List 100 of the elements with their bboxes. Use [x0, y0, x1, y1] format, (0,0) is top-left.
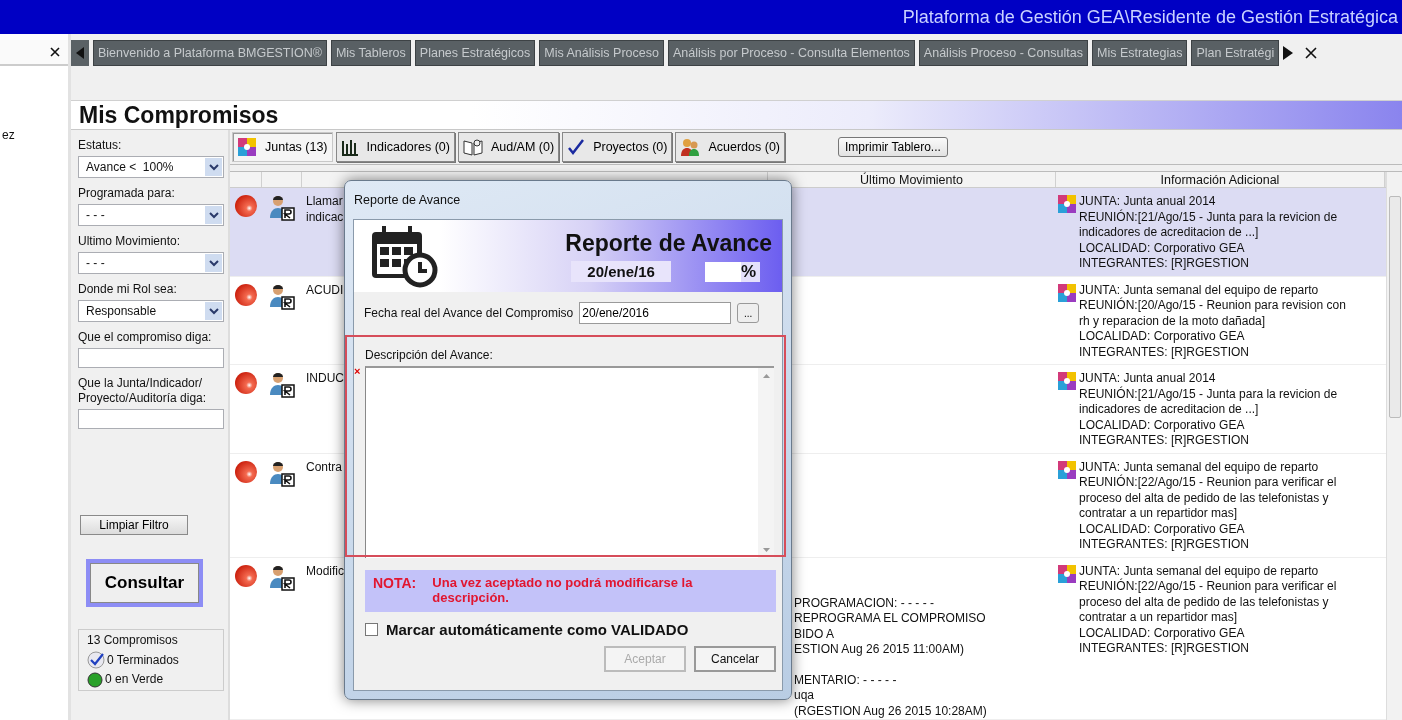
table-cell-text: INTEGRANTES: [R]RGESTION	[1079, 344, 1250, 360]
table-cell-text: LOCALIDAD: Corporativo GEA	[1079, 625, 1246, 641]
puzzle-icon	[237, 137, 257, 157]
table-cell: REUNIÓN:[22/Ago/15 - Reunion para verificar el	[1079, 579, 1337, 595]
close-icon[interactable]	[1305, 47, 1318, 59]
filter-label: Que el compromiso diga:	[78, 330, 213, 345]
category-tab[interactable]: Aud/AM (0)	[457, 132, 560, 162]
description-field[interactable]	[365, 366, 774, 558]
document-tab[interactable]: Planes Estratégicos	[414, 40, 536, 66]
window-title: Plataforma de Gestión GEA\Residente de Gestión Estratégica	[902, 6, 1398, 28]
category-tab[interactable]: Indicadores (0)	[335, 132, 455, 162]
table-cell-text: indicadores de acreditacion de ...]	[1079, 225, 1260, 241]
table-cell: REUNIÓN:[21/Ago/15 - Junta para la revicion de	[1079, 386, 1338, 402]
date-picker-button[interactable]: ...	[737, 303, 760, 323]
category-tab[interactable]: Proyectos (0)	[562, 132, 673, 162]
table-cell-text: Modific	[305, 563, 345, 579]
table-cell-text: LOCALIDAD: Corporativo GEA	[1079, 240, 1246, 256]
print-button[interactable]: Imprimir Tablero...	[838, 137, 948, 157]
meeting-icon	[1057, 563, 1077, 584]
meeting-icon	[1057, 371, 1077, 391]
right-arrow-icon[interactable]	[1283, 46, 1294, 60]
filter-select[interactable]: - - -	[78, 204, 224, 226]
table-cell-text: LOCALIDAD: Corporativo GEA	[1079, 521, 1246, 537]
table-cell-text: BIDO A	[794, 626, 835, 642]
chevron-down-icon	[208, 211, 219, 219]
table-cell-text: INTEGRANTES: [R]RGESTION	[1079, 641, 1250, 657]
dialog-heading: Reporte de Avance	[565, 230, 772, 257]
filter-select[interactable]: Responsable	[78, 300, 224, 322]
bar-chart-icon	[340, 138, 359, 156]
responsible-person-icon	[268, 282, 296, 311]
filter-label: Ultimo Movimiento:	[78, 234, 182, 249]
people-icon	[680, 137, 701, 157]
table-cell-text: Contra	[305, 459, 344, 475]
close-icon[interactable]	[50, 47, 60, 57]
scroll-up-icon	[762, 374, 770, 378]
check-icon	[567, 138, 586, 156]
table-cell-text: LOCALIDAD: Corporativo GEA	[1079, 417, 1246, 433]
percent-field[interactable]	[704, 261, 741, 282]
status-ball-icon	[234, 459, 258, 484]
left-arrow-icon	[76, 47, 84, 59]
summary-count: 0 en Verde	[105, 671, 164, 688]
category-tab[interactable]: Acuerdos (0)	[675, 132, 786, 162]
filter-input[interactable]	[78, 348, 224, 368]
scroll-left-button[interactable]	[71, 40, 89, 66]
filter-label: Estatus:	[78, 138, 123, 153]
table-cell-text: uqa	[794, 688, 816, 704]
table-cell-text: Llamar indicac	[305, 194, 345, 225]
category-tab[interactable]: Juntas (13)	[232, 132, 333, 162]
date-label: Fecha real del Avance del Compromiso	[364, 306, 574, 320]
table-cell-text: INTEGRANTES: [R]RGESTION	[1079, 256, 1250, 272]
table-cell: REUNIÓN:[22/Ago/15 - Reunion para verificar el	[1079, 475, 1337, 491]
table-cell-text: INDUC	[305, 371, 345, 387]
document-tab[interactable]: Mis Tableros	[330, 40, 411, 66]
table-cell-text: JUNTA: Junta semanal del equipo de reparto	[1079, 563, 1320, 578]
table-cell-text: INTEGRANTES: [R]RGESTION	[1079, 433, 1250, 449]
chevron-down-icon	[208, 307, 219, 315]
dialog-button[interactable]: Cancelar	[694, 646, 776, 672]
filter-input[interactable]	[78, 409, 224, 429]
date-field[interactable]: 20/ene/2016	[579, 302, 732, 324]
dialog-title: Reporte de Avance	[353, 192, 462, 209]
status-ball-icon	[234, 282, 258, 307]
note-label: NOTA:	[373, 575, 417, 593]
note-text: Una vez aceptado no podrá modificarse la descripción.	[432, 575, 694, 605]
table-cell-text: ACUDI	[305, 282, 345, 298]
validate-label: Marcar automáticamente como VALIDADO	[386, 621, 689, 638]
filter-select[interactable]: Avance < 100%	[78, 156, 224, 178]
chevron-down-icon	[208, 259, 219, 267]
document-tab[interactable]: Plan Estratégi	[1191, 40, 1280, 66]
validate-checkbox[interactable]	[365, 623, 378, 636]
calendar-clock-icon	[370, 224, 438, 288]
document-tab[interactable]: Análisis por Proceso - Consulta Elementos	[667, 40, 915, 66]
status-ball-icon	[234, 194, 258, 218]
filter-select[interactable]: - - -	[78, 252, 224, 274]
filter-label: Donde mi Rol sea:	[78, 282, 178, 297]
table-cell-text: rh y reparacion de la moto dañada]	[1079, 313, 1267, 329]
meeting-icon	[1057, 459, 1077, 480]
table-cell: REUNIÓN:[20/Ago/15 - Reunion para revision con	[1079, 298, 1346, 314]
status-ball-icon	[234, 371, 258, 395]
filter-label: Programada para:	[78, 186, 176, 201]
document-tab[interactable]: Mis Estrategias	[1091, 40, 1188, 66]
meeting-icon	[1057, 282, 1077, 303]
table-cell-text: ESTION Aug 26 2015 11:00AM)	[794, 642, 965, 658]
table-cell-text: (RGESTION Aug 26 2015 10:28AM)	[794, 703, 988, 719]
description-label: Descripción del Avance:	[365, 348, 494, 362]
responsible-person-icon	[268, 459, 296, 488]
meeting-icon	[1057, 194, 1077, 214]
responsible-person-icon	[268, 563, 296, 592]
table-cell-text: INTEGRANTES: [R]RGESTION	[1079, 537, 1250, 553]
book-icon	[462, 138, 483, 156]
summary-title: 13 Compromisos	[87, 632, 179, 649]
clear-filter-button[interactable]: Limpiar Filtro	[80, 515, 188, 535]
scrollbar[interactable]	[1386, 172, 1402, 720]
side-panel-text: ez	[1, 128, 16, 142]
status-dot-icon	[87, 671, 103, 688]
document-tab[interactable]: Mis Análisis Proceso	[539, 40, 664, 66]
document-tab[interactable]: Análisis Proceso - Consultas	[918, 40, 1088, 66]
query-button[interactable]: Consultar	[86, 559, 203, 607]
table-cell-text: PROGRAMACION: - - - - -	[794, 595, 935, 611]
document-tab[interactable]: Bienvenido a Plataforma BMGESTION®	[93, 40, 327, 66]
table-cell-text: proceso del alta de pedido de las telefonistas y	[1079, 594, 1330, 610]
